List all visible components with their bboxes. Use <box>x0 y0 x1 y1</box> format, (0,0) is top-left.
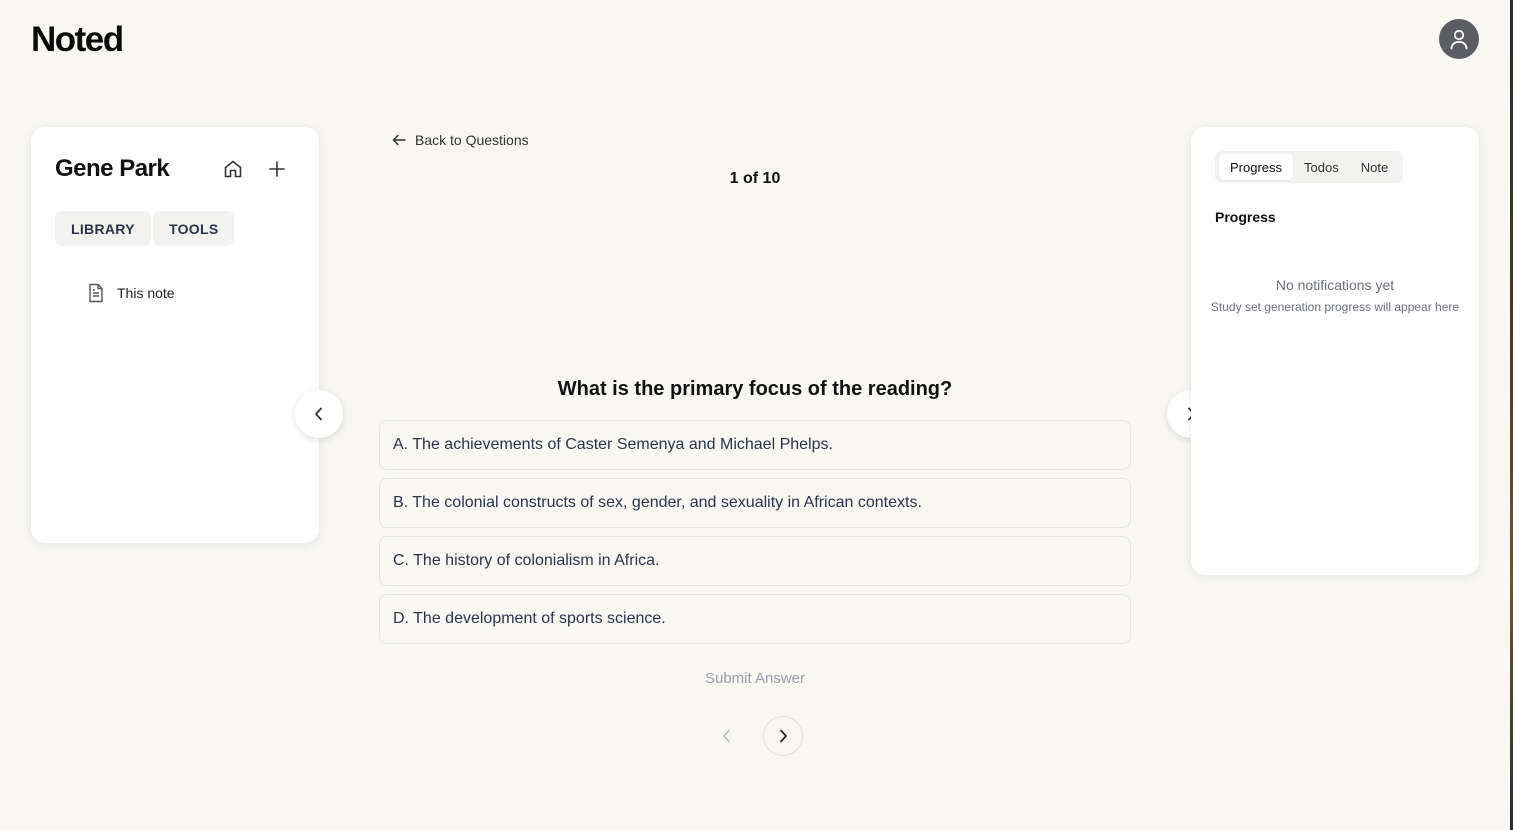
answer-option-c[interactable]: C. The history of colonialism in Africa. <box>379 536 1131 586</box>
answer-option-b[interactable]: B. The colonial constructs of sex, gende… <box>379 478 1131 528</box>
user-avatar[interactable] <box>1439 19 1479 59</box>
question-counter: 1 of 10 <box>729 170 781 187</box>
plus-icon <box>269 161 285 177</box>
activity-panel: Progress Todos Note Progress No notifica… <box>1191 127 1479 575</box>
user-icon <box>1450 29 1468 50</box>
workspace-title: Gene Park <box>55 155 170 182</box>
submit-answer-button[interactable]: Submit Answer <box>379 670 1131 687</box>
add-button[interactable] <box>263 155 291 183</box>
empty-state-subtitle: Study set generation progress will appea… <box>1210 300 1460 314</box>
app-logo[interactable]: Noted <box>31 20 124 60</box>
app-page: Noted Gene Park LIBRARY TOOLS This note … <box>0 0 1513 830</box>
chevron-left-icon <box>723 729 730 743</box>
tab-todos[interactable]: Todos <box>1293 154 1350 180</box>
answer-option-d[interactable]: D. The development of sports science. <box>379 594 1131 644</box>
home-button[interactable] <box>219 155 247 183</box>
empty-state-title: No notifications yet <box>1275 277 1395 293</box>
tab-progress[interactable]: Progress <box>1219 154 1294 180</box>
chevron-left-icon <box>315 407 322 421</box>
sidebar-card: Gene Park LIBRARY TOOLS This note <box>31 127 319 543</box>
answer-option-a[interactable]: A. The achievements of Caster Semenya an… <box>379 420 1131 470</box>
panel-tabs: Progress Todos Note <box>1215 151 1404 183</box>
back-link-label: Back to Questions <box>415 132 529 148</box>
chip-tools[interactable]: TOOLS <box>153 211 235 246</box>
chevron-right-icon <box>780 729 787 743</box>
sidebar-item-this-note[interactable]: This note <box>87 283 175 303</box>
sidebar-item-label: This note <box>117 285 175 301</box>
panel-section-title: Progress <box>1215 209 1276 225</box>
home-icon <box>224 160 242 178</box>
next-question-button[interactable] <box>763 716 803 756</box>
back-to-questions-link[interactable]: Back to Questions <box>392 132 529 148</box>
arrow-left-icon <box>392 134 406 146</box>
chip-library[interactable]: LIBRARY <box>55 211 151 246</box>
collapse-left-button[interactable] <box>295 390 343 438</box>
question-text: What is the primary focus of the reading… <box>557 378 953 400</box>
tab-note[interactable]: Note <box>1350 154 1399 180</box>
document-icon <box>89 283 103 303</box>
previous-question-button[interactable] <box>713 722 741 750</box>
